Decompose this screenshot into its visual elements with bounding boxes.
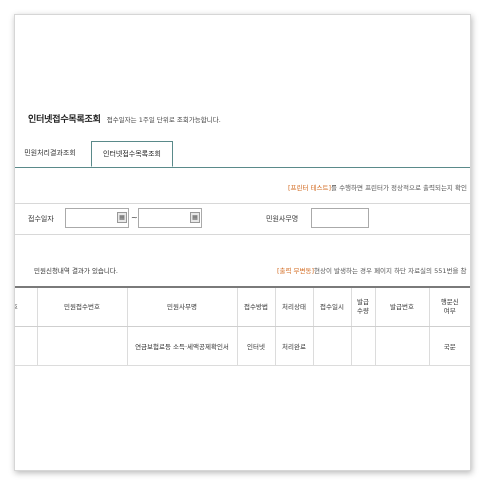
complaint-title-input[interactable] bbox=[311, 208, 369, 228]
printer-test-link[interactable]: [프린터 테스트] bbox=[288, 184, 331, 192]
page-frame: 인터넷접수목록조회 접수일자는 1주일 단위로 조회가능합니다. 민원처리결과조… bbox=[14, 14, 471, 471]
result-message: 민원신청내역 결과가 있습니다. bbox=[34, 267, 118, 275]
table-cell: 처리완료 bbox=[274, 326, 313, 366]
receipt-table: 호 민원접수번호 민원사무명 접수방법 처리상태 접수일시 발급 수량 발급번호… bbox=[15, 286, 470, 366]
print-no-change-tag: [출력 무변동] bbox=[277, 267, 315, 275]
col-header: 행문신 여부 bbox=[428, 286, 470, 327]
col-header: 호 bbox=[15, 286, 37, 327]
table-cell bbox=[350, 326, 375, 366]
print-notice-text: 현상이 발생하는 경우 페이지 하단 자료실의 551번을 참 bbox=[314, 267, 467, 275]
table-row[interactable]: 연금보험료등 소득·세액공제확인서 인터넷 처리완료 국문 bbox=[15, 326, 470, 366]
range-separator: ~ bbox=[131, 213, 138, 222]
page-title: 인터넷접수목록조회 bbox=[28, 115, 101, 125]
search-form: 접수일자 ▦ ~ ▦ 민원사무명 bbox=[15, 203, 470, 235]
calendar-icon[interactable]: ▦ bbox=[190, 212, 200, 223]
table-cell bbox=[15, 326, 37, 366]
table-header-row: 호 민원접수번호 민원사무명 접수방법 처리상태 접수일시 발급 수량 발급번호… bbox=[15, 286, 470, 327]
calendar-icon[interactable]: ▦ bbox=[117, 212, 127, 223]
printer-notice-text: 를 수행하면 프린터가 정상적으로 출력되는지 확인 bbox=[331, 184, 467, 192]
date-label: 접수일자 bbox=[28, 215, 54, 223]
title-note: 접수일자는 1주일 단위로 조회가능합니다. bbox=[106, 116, 221, 124]
tab-complaint-result[interactable]: 민원처리결과조회 bbox=[15, 141, 91, 166]
tab-internet-receipt-list[interactable]: 인터넷접수목록조회 bbox=[91, 141, 173, 167]
printer-notice: [프린터 테스트]를 수행하면 프린터가 정상적으로 출력되는지 확인 bbox=[288, 182, 467, 192]
col-header: 처리상태 bbox=[274, 286, 313, 327]
print-notice: [출력 무변동]현상이 발생하는 경우 페이지 하단 자료실의 551번을 참 bbox=[277, 265, 467, 275]
table-cell bbox=[36, 326, 127, 366]
table-cell: 인터넷 bbox=[236, 326, 275, 366]
col-header: 민원사무명 bbox=[126, 286, 237, 327]
col-header: 발급번호 bbox=[374, 286, 429, 327]
title-row: 인터넷접수목록조회 접수일자는 1주일 단위로 조회가능합니다. bbox=[28, 112, 221, 125]
col-header: 발급 수량 bbox=[350, 286, 375, 327]
receipt-table-wrap: 호 민원접수번호 민원사무명 접수방법 처리상태 접수일시 발급 수량 발급번호… bbox=[15, 286, 470, 366]
col-header: 접수방법 bbox=[236, 286, 275, 327]
complaint-title-label: 민원사무명 bbox=[266, 215, 299, 223]
table-cell[interactable]: 연금보험료등 소득·세액공제확인서 bbox=[126, 326, 237, 366]
table-cell bbox=[312, 326, 351, 366]
tab-bar: 민원처리결과조회 인터넷접수목록조회 bbox=[15, 137, 470, 168]
table-cell bbox=[374, 326, 429, 366]
table-cell: 국문 bbox=[428, 326, 470, 366]
col-header: 접수일시 bbox=[312, 286, 351, 327]
col-header: 민원접수번호 bbox=[36, 286, 127, 327]
